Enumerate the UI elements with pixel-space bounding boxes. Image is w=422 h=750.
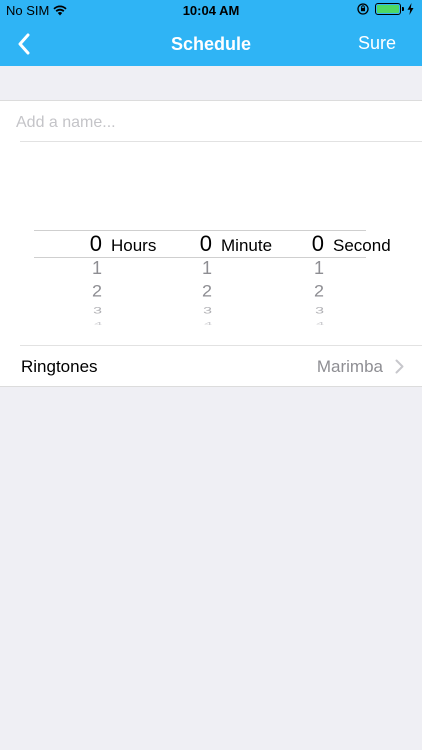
minute-column[interactable]: 0 Minute 1 2 3 4 xyxy=(144,227,272,327)
schedule-card: 0 Hours 1 2 3 4 0 Minute 1 2 3 4 0 Secon… xyxy=(0,100,422,387)
navigation-bar: Schedule Sure xyxy=(0,22,422,66)
sure-button[interactable]: Sure xyxy=(358,33,396,54)
minute-selected-value: 0 xyxy=(199,231,212,256)
minute-option[interactable]: 2 xyxy=(144,282,212,301)
second-option[interactable]: 1 xyxy=(256,258,324,279)
hours-option[interactable]: 3 xyxy=(34,306,102,317)
hours-column[interactable]: 0 Hours 1 2 3 4 xyxy=(34,227,157,327)
ringtones-label: Ringtones xyxy=(21,357,98,376)
minute-option[interactable]: 3 xyxy=(144,306,212,317)
ringtones-value: Marimba xyxy=(316,357,383,376)
hours-selected-value: 0 xyxy=(89,231,102,256)
battery-icon xyxy=(375,3,404,15)
divider xyxy=(20,141,422,142)
hours-option[interactable]: 2 xyxy=(34,282,102,301)
minute-option[interactable]: 4 xyxy=(144,320,212,326)
name-input[interactable] xyxy=(16,109,406,137)
second-unit-label: Second xyxy=(333,236,391,255)
status-bar: No SIM 10:04 AM xyxy=(0,0,422,22)
second-option[interactable]: 3 xyxy=(256,306,324,317)
chevron-right-icon xyxy=(395,359,404,374)
second-selected-value: 0 xyxy=(311,231,324,256)
second-column[interactable]: 0 Second 1 2 3 4 xyxy=(256,227,391,327)
hours-option[interactable]: 4 xyxy=(34,320,102,326)
charging-bolt-icon xyxy=(407,3,414,15)
second-option[interactable]: 4 xyxy=(256,320,324,326)
orientation-lock-icon xyxy=(357,3,369,15)
status-right-group xyxy=(357,3,414,15)
hours-option[interactable]: 1 xyxy=(34,258,102,279)
time-picker[interactable]: 0 Hours 1 2 3 4 0 Minute 1 2 3 4 0 Secon… xyxy=(34,227,391,327)
ringtones-row[interactable]: Ringtones Marimba xyxy=(0,346,422,387)
second-option[interactable]: 2 xyxy=(256,282,324,301)
minute-option[interactable]: 1 xyxy=(144,258,212,279)
